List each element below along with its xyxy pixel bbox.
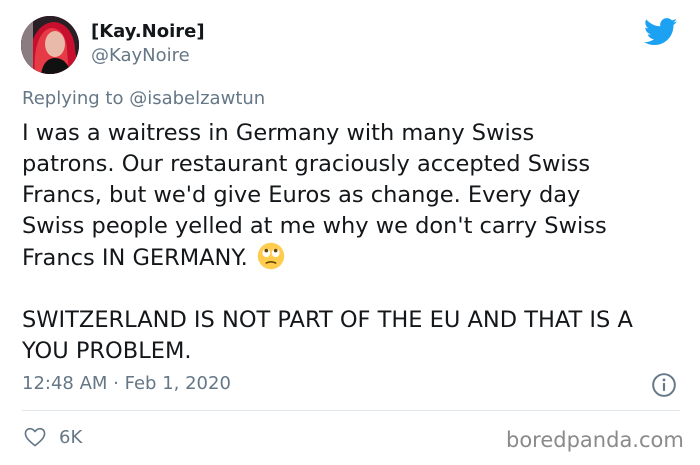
heart-icon — [24, 427, 46, 447]
display-name[interactable]: [Kay.Noire] — [91, 21, 205, 42]
divider — [22, 410, 680, 411]
avatar[interactable] — [21, 16, 79, 74]
tweet-text-paragraph-1: I was a waitress in Germany with many Sw… — [22, 120, 607, 271]
like-button[interactable]: 6K — [24, 425, 82, 449]
timestamp-link[interactable]: 12:48 AM · Feb 1, 2020 — [22, 373, 231, 394]
rolling-eyes-emoji-icon — [257, 242, 285, 270]
watermark: boredpanda.com — [506, 428, 684, 452]
reply-prefix: Replying to — [22, 88, 130, 109]
reply-context: Replying to @isabelzawtun — [22, 88, 265, 109]
tweet-text-paragraph-2: SWITZERLAND IS NOT PART OF THE EU AND TH… — [22, 307, 633, 364]
tweet-card: [Kay.Noire] @KayNoire Replying to @isabe… — [0, 0, 700, 465]
tweet-text: I was a waitress in Germany with many Sw… — [22, 118, 687, 367]
info-icon[interactable] — [651, 372, 677, 398]
user-handle[interactable]: @KayNoire — [91, 45, 190, 66]
like-count: 6K — [59, 426, 83, 448]
reply-target-link[interactable]: @isabelzawtun — [129, 88, 265, 109]
twitter-bird-icon[interactable] — [644, 18, 678, 46]
